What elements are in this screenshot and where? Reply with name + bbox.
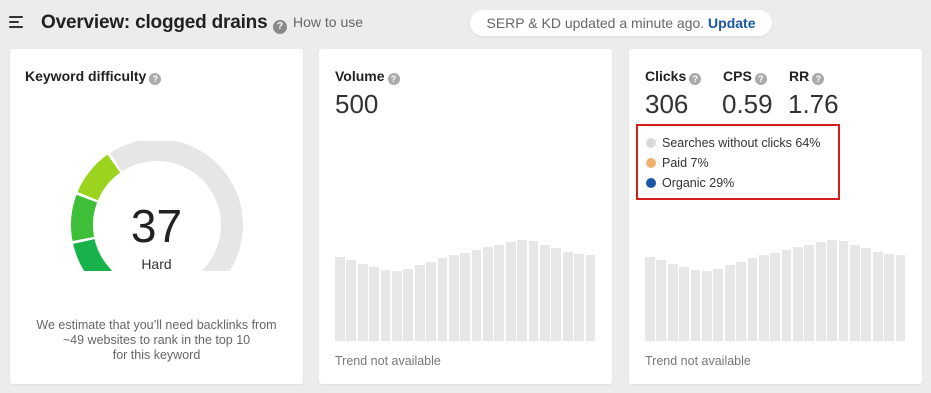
kd-score: 37 (130, 200, 183, 252)
trend-placeholder-bar (391, 271, 402, 341)
kd-gauge-segment-3 (77, 154, 121, 201)
clicks-trend-placeholder (645, 240, 907, 341)
kd-title: Keyword difficulty (25, 68, 147, 84)
hamburger-menu-icon[interactable] (9, 16, 23, 28)
rr-help-icon[interactable]: ? (812, 73, 825, 85)
volume-help-icon[interactable]: ? (387, 73, 400, 85)
kd-title-wrap: Keyword difficulty? (25, 68, 162, 85)
trend-placeholder-bar (770, 253, 781, 341)
trend-placeholder-bar (804, 245, 815, 341)
trend-placeholder-bar (369, 267, 379, 341)
trend-placeholder-bar (551, 248, 562, 341)
trend-placeholder-bar (505, 242, 516, 341)
trend-placeholder-bar (872, 252, 883, 341)
trend-placeholder-bar (426, 262, 436, 341)
cps-title: CPS (723, 68, 752, 84)
volume-card: Volume? 500 Trend not available (319, 49, 612, 384)
breakdown-label: Searches without clicks 64% (662, 136, 821, 150)
breakdown-row-no-clicks: Searches without clicks 64% (646, 136, 820, 150)
breakdown-label: Organic 29% (662, 176, 735, 190)
trend-placeholder-bar (437, 258, 448, 341)
trend-placeholder-bar (403, 269, 414, 341)
trend-placeholder-bar (517, 240, 528, 341)
serp-status-pill: SERP & KD updated a minute ago. Update (470, 10, 772, 36)
trend-placeholder-bar (679, 267, 689, 341)
kd-note-line-2: ~49 websites to rank in the top 10 (62, 333, 251, 347)
clicks-card: Clicks? CPS? RR? 306 0.59 1.76 Searches … (629, 49, 922, 384)
paid-dot (646, 158, 656, 168)
how-to-use-link[interactable]: ? How to use (273, 14, 363, 34)
trend-placeholder-bar (850, 245, 860, 341)
trend-placeholder-bar (736, 262, 746, 341)
rr-title-wrap: RR? (789, 68, 825, 85)
no-clicks-dot (646, 138, 656, 148)
trend-placeholder-bar (838, 241, 849, 341)
trend-placeholder-bar (494, 245, 505, 341)
cps-help-icon[interactable]: ? (754, 73, 767, 85)
trend-placeholder-bar (448, 255, 459, 341)
trend-placeholder-bar (357, 264, 368, 341)
trend-placeholder-bar (827, 240, 838, 341)
trend-placeholder-bar (713, 269, 724, 341)
page-title: Overview: clogged drains (41, 12, 268, 33)
trend-placeholder-bar (861, 248, 872, 341)
trend-placeholder-bar (758, 255, 769, 341)
trend-placeholder-bar (574, 254, 584, 341)
trend-placeholder-bar (815, 242, 826, 341)
trend-placeholder-bar (747, 258, 758, 341)
kd-note-line-1: We estimate that you’ll need backlinks f… (36, 318, 277, 332)
trend-placeholder-bar (884, 254, 894, 341)
serp-status-text: SERP & KD updated a minute ago. (486, 15, 705, 31)
trend-placeholder-bar (528, 241, 539, 341)
how-to-use-label: How to use (293, 14, 364, 30)
trend-placeholder-bar (895, 255, 906, 341)
clicks-trend-text: Trend not available (645, 354, 751, 368)
question-circle-icon: ? (273, 20, 287, 34)
trend-placeholder-bar (346, 260, 357, 341)
clicks-title-wrap: Clicks? (645, 68, 702, 85)
keyword-difficulty-card: Keyword difficulty? 37 Hard We estimate … (10, 49, 303, 384)
trend-placeholder-bar (483, 247, 493, 341)
trend-placeholder-bar (562, 252, 573, 341)
trend-placeholder-bar (380, 270, 391, 341)
top-bar: Overview: clogged drains ? How to use SER… (0, 0, 931, 46)
cps-value: 0.59 (722, 89, 773, 119)
trend-placeholder-bar (667, 264, 678, 341)
organic-dot (646, 178, 656, 188)
trend-placeholder-bar (793, 247, 803, 341)
volume-value: 500 (335, 89, 379, 119)
update-link[interactable]: Update (708, 15, 755, 31)
trend-placeholder-bar (690, 270, 701, 341)
clicks-help-icon[interactable]: ? (689, 73, 702, 85)
kd-estimate-note: We estimate that you’ll need backlinks f… (25, 318, 288, 363)
trend-placeholder-bar (414, 265, 425, 341)
trend-placeholder-bar (701, 271, 712, 341)
rr-title: RR (789, 68, 810, 84)
trend-placeholder-bar (335, 257, 345, 341)
cps-title-wrap: CPS? (723, 68, 767, 85)
trend-placeholder-bar (724, 265, 735, 341)
breakdown-row-organic: Organic 29% (646, 176, 734, 190)
trend-placeholder-bar (781, 250, 792, 341)
trend-placeholder-bar (585, 255, 596, 341)
volume-title: Volume (335, 68, 385, 84)
kd-note-line-3: for this keyword (112, 348, 201, 362)
clicks-breakdown-legend: Searches without clicks 64% Paid 7% Orga… (636, 124, 840, 200)
trend-placeholder-bar (656, 260, 667, 341)
rr-value: 1.76 (788, 89, 839, 119)
clicks-title: Clicks (645, 68, 687, 84)
volume-title-wrap: Volume? (335, 68, 400, 85)
kd-help-icon[interactable]: ? (149, 73, 162, 85)
breakdown-row-paid: Paid 7% (646, 156, 709, 170)
kd-rating: Hard (141, 256, 172, 272)
trend-placeholder-bar (460, 253, 471, 341)
trend-placeholder-bar (471, 250, 482, 341)
trend-placeholder-bar (645, 257, 655, 341)
volume-trend-text: Trend not available (335, 354, 441, 368)
volume-trend-placeholder (335, 240, 597, 341)
breakdown-label: Paid 7% (662, 156, 709, 170)
clicks-value: 306 (645, 89, 689, 119)
trend-placeholder-bar (540, 245, 550, 341)
